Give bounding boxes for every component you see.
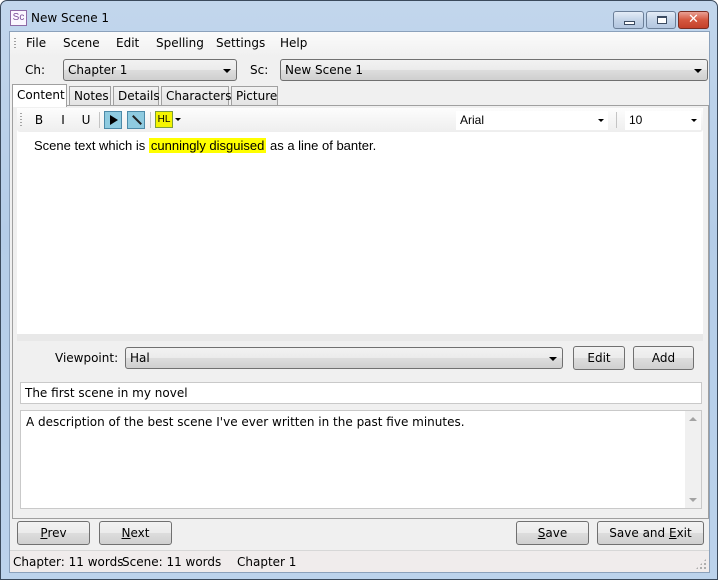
window-title: New Scene 1 xyxy=(31,11,110,25)
highlighted-text: cunningly disguised xyxy=(148,138,267,153)
next-mnemonic: N xyxy=(121,526,131,540)
toolbar-separator xyxy=(99,112,100,128)
prev-button[interactable]: Prev xyxy=(17,521,90,545)
maximize-icon xyxy=(657,16,667,24)
save-label: ave xyxy=(545,526,568,540)
close-button[interactable]: ✕ xyxy=(678,11,709,29)
menu-edit[interactable]: Edit xyxy=(114,36,141,50)
viewpoint-select[interactable]: Hal xyxy=(125,347,563,369)
save-exit-prefix: Save and xyxy=(609,526,669,540)
chapter-label: Ch: xyxy=(25,63,46,77)
bold-button[interactable]: B xyxy=(29,111,49,129)
menu-grip-icon[interactable] xyxy=(14,38,16,50)
scene-select[interactable]: New Scene 1 xyxy=(280,59,708,81)
minimize-icon xyxy=(624,21,635,25)
italic-button[interactable]: I xyxy=(53,111,73,129)
font-select-value: Arial xyxy=(460,113,485,127)
menu-scene[interactable]: Scene xyxy=(61,36,102,50)
tab-notes[interactable]: Notes xyxy=(69,86,111,106)
highlight-dropdown-icon[interactable] xyxy=(175,118,181,121)
font-select[interactable]: Arial xyxy=(456,111,608,130)
scene-title-input[interactable]: The first scene in my novel xyxy=(20,382,702,404)
scene-description-textarea[interactable]: A description of the best scene I've eve… xyxy=(20,410,702,509)
menu-spelling[interactable]: Spelling xyxy=(154,36,206,50)
chapter-scene-row: Ch: Chapter 1 Sc: New Scene 1 xyxy=(10,58,709,82)
chevron-down-icon xyxy=(223,69,231,73)
format-toolbar: B I U HL Arial 10 xyxy=(17,108,703,132)
chevron-down-icon xyxy=(694,69,702,73)
save-and-exit-button[interactable]: Save and Exit xyxy=(597,521,704,545)
app-window: Sc New Scene 1 ✕ File Scene Edit Spellin… xyxy=(0,0,718,580)
play-button[interactable] xyxy=(104,111,122,129)
chevron-down-icon xyxy=(549,357,557,361)
status-bar: Chapter: 11 words Scene: 11 words Chapte… xyxy=(10,550,709,572)
font-size-select[interactable]: 10 xyxy=(625,111,701,130)
chevron-down-icon xyxy=(691,119,697,122)
viewpoint-value: Hal xyxy=(130,351,150,365)
scene-select-value: New Scene 1 xyxy=(285,63,364,77)
tab-details[interactable]: Details xyxy=(113,86,160,106)
toolbar-separator xyxy=(150,112,151,128)
chapter-select-value: Chapter 1 xyxy=(68,63,128,77)
viewpoint-row: Viewpoint: Hal Edit Add xyxy=(13,346,710,372)
tab-characters[interactable]: Characters xyxy=(161,86,232,106)
highlight-button[interactable]: HL xyxy=(155,111,173,128)
close-icon: ✕ xyxy=(688,12,699,27)
current-chapter: Chapter 1 xyxy=(237,555,297,569)
next-button[interactable]: Next xyxy=(99,521,172,545)
splitter-handle[interactable] xyxy=(17,334,703,341)
title-bar[interactable]: Sc New Scene 1 ✕ xyxy=(1,1,717,31)
content-panel: B I U HL Arial 10 Scene text which is cu… xyxy=(12,105,709,519)
scene-text-after: as a line of banter. xyxy=(266,138,377,153)
chapter-word-count: Chapter: 11 words xyxy=(13,555,124,569)
tab-content[interactable]: Content xyxy=(12,84,67,107)
app-icon: Sc xyxy=(10,10,27,26)
scene-description-text: A description of the best scene I've eve… xyxy=(26,415,465,429)
tab-picture[interactable]: Picture xyxy=(231,86,278,106)
scene-text[interactable]: Scene text which is cunningly disguised … xyxy=(34,138,376,153)
scroll-down-icon[interactable] xyxy=(689,498,697,502)
menu-settings[interactable]: Settings xyxy=(214,36,267,50)
add-viewpoint-button[interactable]: Add xyxy=(633,346,694,370)
underline-button[interactable]: U xyxy=(76,111,96,129)
viewpoint-label: Viewpoint: xyxy=(55,351,119,365)
minimize-button[interactable] xyxy=(613,11,644,29)
maximize-button[interactable] xyxy=(646,11,676,29)
menu-bar: File Scene Edit Spelling Settings Help xyxy=(10,32,709,56)
font-size-value: 10 xyxy=(629,113,643,127)
play-icon xyxy=(110,115,118,125)
wrench-icon xyxy=(132,115,142,125)
next-label: ext xyxy=(130,526,150,540)
tool-button[interactable] xyxy=(127,111,145,129)
toolbar-grip-icon[interactable] xyxy=(20,113,22,127)
resize-grip-icon[interactable] xyxy=(695,558,707,570)
scroll-up-icon[interactable] xyxy=(689,417,697,421)
save-exit-label: xit xyxy=(676,526,692,540)
description-scrollbar[interactable] xyxy=(685,411,701,508)
prev-label: rev xyxy=(47,526,67,540)
menu-help[interactable]: Help xyxy=(278,36,309,50)
save-button[interactable]: Save xyxy=(516,521,589,545)
scene-label: Sc: xyxy=(250,63,269,77)
edit-viewpoint-button[interactable]: Edit xyxy=(573,346,625,370)
menu-file[interactable]: File xyxy=(24,36,48,50)
chapter-select[interactable]: Chapter 1 xyxy=(63,59,237,81)
save-exit-mnemonic: E xyxy=(668,526,677,540)
scene-text-before: Scene text which is xyxy=(34,138,149,153)
scene-editor[interactable]: B I U HL Arial 10 Scene text which is cu… xyxy=(17,108,703,334)
scene-word-count: Scene: 11 words xyxy=(122,555,222,569)
chevron-down-icon xyxy=(598,119,604,122)
client-area: File Scene Edit Spelling Settings Help C… xyxy=(9,31,710,573)
toolbar-separator xyxy=(616,112,617,128)
